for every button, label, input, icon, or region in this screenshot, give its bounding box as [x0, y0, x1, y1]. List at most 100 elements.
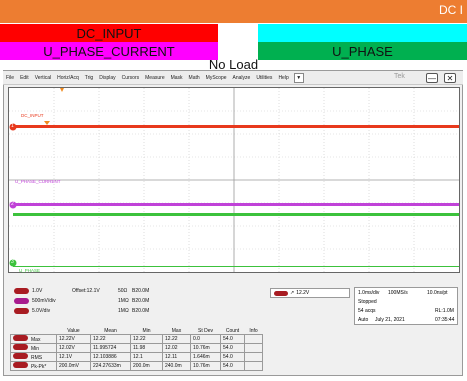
ch2-impedance: 1MΩ — [118, 298, 129, 304]
header-count: Count — [225, 327, 240, 334]
cell-max: 240.0m — [162, 361, 191, 371]
row-name: Max — [31, 337, 41, 343]
channel-settings-panel[interactable]: 1.0V Offset:12.1V 50Ω B 20.0M 500mV/div … — [8, 287, 268, 318]
row-name-cell: Max — [10, 334, 57, 344]
menu-measure[interactable]: Measure — [142, 75, 167, 81]
measurements-table: Value Mean Min Max St Dev Count Info Max… — [10, 327, 263, 371]
trigger-source-icon — [274, 290, 288, 296]
menu-utilities[interactable]: Utilities — [253, 75, 275, 81]
cell-count: 54.0 — [220, 334, 245, 344]
row-name-cell: RMS — [10, 352, 57, 362]
minimize-icon[interactable]: — — [426, 73, 438, 83]
ch2-settings[interactable]: 500mV/div 1MΩ B 20.0M — [14, 298, 149, 304]
trigger-mode: Auto — [358, 317, 369, 323]
cell-info — [244, 334, 263, 344]
row-name: RMS — [31, 355, 43, 361]
cyan-cell — [258, 24, 467, 42]
acq-time: 07:35:44 — [435, 317, 455, 323]
menu-cursors[interactable]: Cursors — [119, 75, 143, 81]
rising-edge-icon: ↗ — [290, 290, 295, 296]
cell-info — [244, 343, 263, 353]
ch2-marker: 2 — [11, 201, 14, 207]
ch3-scale: 5.0V/div — [32, 308, 51, 314]
chevron-down-icon[interactable]: ▼ — [293, 72, 304, 83]
cell-stdev: 1.646m — [190, 352, 221, 362]
trace1-label: DC_INPUT — [21, 113, 44, 118]
header-stdev: St Dev — [197, 327, 213, 334]
header-value: Value — [67, 327, 80, 334]
cell-count: 54.0 — [220, 352, 245, 362]
acq-date: July 21, 2021 — [375, 317, 405, 323]
menu-vertical[interactable]: Vertical — [32, 75, 54, 81]
row-name: Pk-Pk* — [31, 364, 47, 370]
menu-myscope[interactable]: MyScope — [203, 75, 230, 81]
ch3-bw-value: 20.0M — [135, 308, 150, 314]
table-row[interactable]: Pk-Pk* 200.0mV 224.27633m 200.0m 240.0m … — [10, 361, 263, 371]
cell-value: 12.02V — [56, 343, 91, 353]
waveform-display[interactable]: DC_INPUT U_PHASE_CURRENT U_PHASE 1 2 3 — [8, 87, 460, 273]
cell-mean: 12.103886 — [90, 352, 131, 362]
ch3-impedance: 1MΩ — [118, 308, 129, 314]
ch2-pill[interactable] — [14, 298, 29, 304]
cell-value: 12.22V — [56, 334, 91, 344]
trace3-label: U_PHASE — [19, 268, 41, 273]
cell-mean: 224.27633m — [90, 361, 131, 371]
ch1-trace — [13, 125, 459, 128]
cell-count: 54.0 — [220, 361, 245, 371]
waveform-graticule — [9, 88, 459, 272]
menu-horiz-acq[interactable]: Horiz/Acq — [54, 75, 82, 81]
cell-info — [244, 352, 263, 362]
menu-edit[interactable]: Edit — [17, 75, 32, 81]
record-length: RL:1.0M — [435, 308, 454, 314]
cell-value: 12.1V — [56, 352, 91, 362]
dc-input-label-box: DC_INPUT — [0, 24, 218, 42]
cell-value: 200.0mV — [56, 361, 91, 371]
menu-display[interactable]: Display — [96, 75, 118, 81]
ch2-bw-value: 20.0M — [135, 298, 150, 304]
ch1-settings[interactable]: 1.0V Offset:12.1V 50Ω B 20.0M — [14, 288, 149, 294]
menu-file[interactable]: File — [3, 75, 17, 81]
cell-stdev: 10.76m — [190, 343, 221, 353]
dc-input-label: DC_INPUT — [76, 25, 142, 41]
measurements-panel[interactable]: Value Mean Min Max St Dev Count Info Max… — [10, 327, 270, 371]
ch2-trace — [13, 203, 459, 206]
trigger-position-marker — [60, 88, 64, 92]
trigger-readout[interactable]: ↗ 12.2V — [270, 288, 350, 298]
menu-mask[interactable]: Mask — [168, 75, 186, 81]
ch1-badge — [13, 362, 28, 368]
menu-trig[interactable]: Trig — [82, 75, 96, 81]
row-name-cell: Pk-Pk* — [10, 361, 57, 371]
trace2-label: U_PHASE_CURRENT — [15, 179, 61, 184]
ch1-offset: Offset:12.1V — [72, 288, 100, 294]
cell-stdev: 0.0 — [190, 334, 221, 344]
ch3-trace — [13, 213, 459, 216]
measurements-header-row: Value Mean Min Max St Dev Count Info — [11, 327, 263, 335]
ch1-badge — [13, 335, 28, 341]
cell-min: 12.1 — [130, 352, 163, 362]
timebase: 1.0ms/div — [358, 290, 380, 296]
cell-max: 12.22 — [162, 334, 191, 344]
cell-count: 54.0 — [220, 343, 245, 353]
ch1-scale: 1.0V — [32, 288, 43, 294]
ch3-settings[interactable]: 5.0V/div 1MΩ B 20.0M — [14, 308, 149, 314]
ch1-pill[interactable] — [14, 288, 29, 294]
ch1-bw-value: 20.0M — [135, 288, 150, 294]
acq-state: Stopped — [358, 299, 377, 305]
table-row[interactable]: Min 12.02V 11.995724 11.98 12.02 10.76m … — [10, 343, 263, 353]
acquisition-panel[interactable]: 1.0ms/div 100MS/s 10.0ns/pt Stopped 54 a… — [354, 287, 458, 325]
cell-max: 12.02 — [162, 343, 191, 353]
ch3-pill[interactable] — [14, 308, 29, 314]
blank-cell — [218, 24, 258, 60]
menu-analyze[interactable]: Analyze — [230, 75, 254, 81]
table-row[interactable]: Max 12.22V 12.22 12.22 12.22 0.0 54.0 — [10, 334, 263, 344]
cell-mean: 11.995724 — [90, 343, 131, 353]
menu-math[interactable]: Math — [186, 75, 203, 81]
close-icon[interactable]: ✕ — [444, 73, 456, 83]
menu-help[interactable]: Help — [275, 75, 291, 81]
header-info: Info — [249, 327, 258, 334]
ch2-scale: 500mV/div — [32, 298, 56, 304]
row-name-cell: Min — [10, 343, 57, 353]
table-row[interactable]: RMS 12.1V 12.103886 12.1 12.11 1.646m 54… — [10, 352, 263, 362]
trigger-level: 12.2V — [296, 290, 310, 296]
trigger-level-marker — [44, 121, 50, 125]
